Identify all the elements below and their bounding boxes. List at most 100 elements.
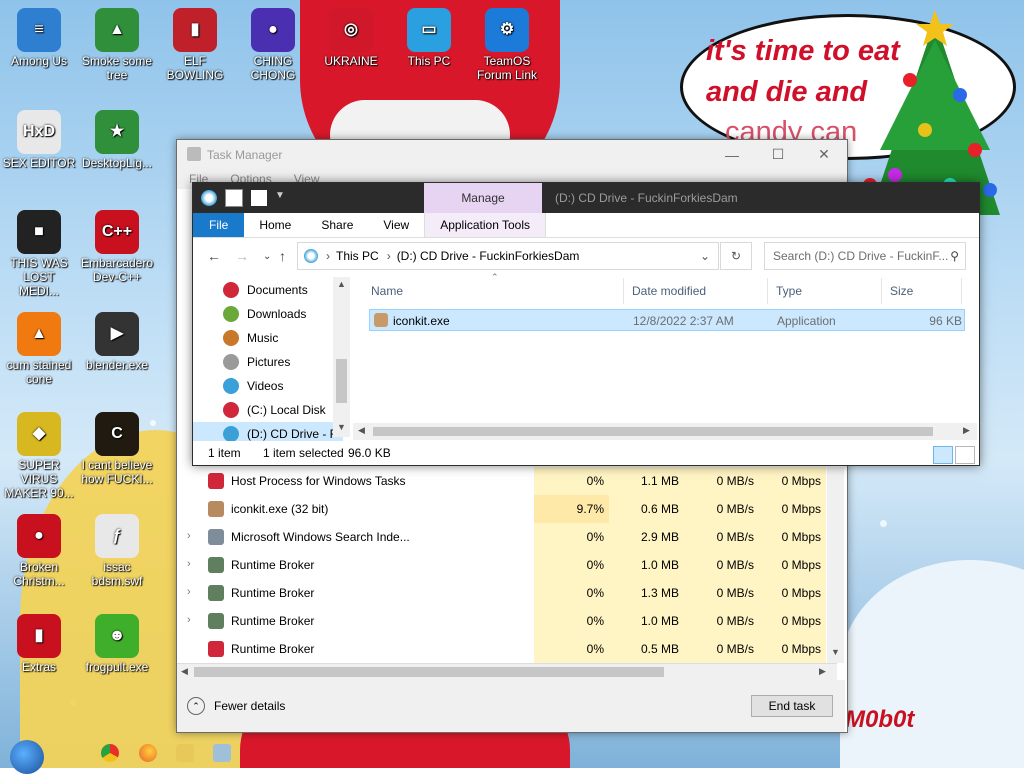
file-list-horizontal-scrollbar[interactable]: ◀ ▶	[353, 423, 977, 440]
chevron-right-icon[interactable]: ›	[187, 558, 191, 570]
process-row[interactable]: Host Process for Windows Tasks 0% 1.1 MB 0 …	[177, 467, 837, 495]
task-manager-titlebar[interactable]: Task Manager — ☐ ✕	[177, 140, 847, 169]
breadcrumb-cd-drive[interactable]: (D:) CD Drive - FuckinForkiesDam	[397, 249, 580, 263]
process-row[interactable]: iconkit.exe (32 bit) 9.7% 0.6 MB 0 MB/s 0 Mb…	[177, 495, 837, 523]
scroll-down-icon[interactable]: ▼	[337, 422, 346, 432]
file-row[interactable]: iconkit.exe 12/8/2022 2:37 AM Applicatio…	[369, 309, 965, 331]
tab-home[interactable]: Home	[244, 213, 306, 237]
chevron-down-icon[interactable]: ⌄	[700, 249, 710, 263]
scroll-left-icon[interactable]: ◀	[358, 425, 365, 436]
horizontal-scroll-thumb[interactable]	[373, 427, 933, 436]
new-folder-icon[interactable]	[251, 190, 267, 206]
process-disk: 0 MB/s	[684, 495, 759, 523]
firefox-icon[interactable]	[139, 744, 157, 762]
up-arrow-icon[interactable]: ↑	[279, 248, 286, 264]
nav-item[interactable]: Pictures	[223, 350, 290, 374]
forward-arrow-icon[interactable]: →	[235, 248, 249, 264]
properties-icon[interactable]	[225, 189, 243, 207]
navigation-pane-scrollbar[interactable]: ▲ ▼	[333, 277, 350, 437]
process-row[interactable]: › Runtime Broker 0% 1.3 MB 0 MB/s 0 Mbps	[177, 579, 837, 607]
desktop-icon-label: Smoke some tree	[81, 54, 153, 82]
desktop-icon[interactable]: ● CHING CHONG	[236, 8, 310, 82]
tab-share[interactable]: Share	[306, 213, 368, 237]
fewer-details-button[interactable]: ⌃ Fewer details	[187, 697, 285, 715]
chevron-right-icon[interactable]: ›	[187, 530, 191, 542]
desktop-icon[interactable]: ◎ UKRAINE	[314, 8, 388, 68]
desktop-icon[interactable]: ▮ ELF BOWLING	[158, 8, 232, 82]
end-task-button[interactable]: End task	[751, 695, 833, 717]
process-row[interactable]: › Microsoft Windows Search Inde... 0% 2.9 M…	[177, 523, 837, 551]
file-explorer-icon[interactable]	[176, 744, 194, 762]
navigation-scroll-thumb[interactable]	[336, 359, 347, 403]
desktop-icon[interactable]: ≡ Among Us	[2, 8, 76, 68]
column-header-size[interactable]: Size	[882, 278, 962, 304]
desktop-icon[interactable]: ▭ This PC	[392, 8, 466, 68]
desktop-icon[interactable]: ƒ issac bdsm.swf	[80, 514, 154, 588]
desktop-icon[interactable]: ● Broken Christm...	[2, 514, 76, 588]
file-explorer-window[interactable]: ▼ Manage (D:) CD Drive - FuckinForkiesDa…	[192, 182, 980, 466]
folder-icon	[223, 426, 239, 441]
desktop-shortcut-icon: C++	[95, 210, 139, 254]
chevron-right-icon[interactable]: ›	[187, 614, 191, 626]
search-icon: ⚲	[950, 249, 959, 263]
column-header-date-modified[interactable]: Date modified	[624, 278, 768, 304]
column-header-name[interactable]: Name	[363, 278, 624, 304]
desktop-icon[interactable]: C++ Embarcadero Dev-C++	[80, 210, 154, 284]
process-row[interactable]: › Runtime Broker 0% 1.0 MB 0 MB/s 0 Mbps	[177, 607, 837, 635]
process-memory: 0.5 MB	[609, 635, 684, 663]
column-header-type[interactable]: Type	[768, 278, 882, 304]
nav-item[interactable]: (D:) CD Drive - F	[193, 422, 343, 441]
desktop-icon[interactable]: ⚙ TeamOS Forum Link	[470, 8, 544, 82]
nav-item[interactable]: Videos	[223, 374, 283, 398]
process-disk: 0 MB/s	[684, 579, 759, 607]
large-icons-view-icon[interactable]	[955, 446, 975, 464]
process-list-vertical-scrollbar[interactable]: ▼	[827, 467, 844, 663]
tab-application-tools[interactable]: Application Tools	[424, 213, 547, 237]
search-input[interactable]: Search (D:) CD Drive - FuckinF... ⚲	[764, 242, 966, 270]
scroll-right-icon[interactable]: ▶	[963, 425, 970, 436]
desktop-icon[interactable]: CI cant believe how FUCKI...	[80, 412, 154, 486]
desktop-icon[interactable]: HxD SEX EDITOR	[2, 110, 76, 170]
close-button[interactable]: ✕	[801, 140, 847, 169]
file-size: 96 KB	[929, 314, 962, 328]
process-icon	[208, 613, 224, 629]
scroll-left-icon[interactable]: ◀	[181, 666, 188, 677]
scroll-right-icon[interactable]: ▶	[819, 666, 826, 677]
chevron-right-icon[interactable]: ›	[187, 586, 191, 598]
chrome-icon[interactable]	[101, 744, 119, 762]
tab-file[interactable]: File	[193, 213, 245, 237]
tab-view[interactable]: View	[368, 213, 424, 237]
desktop-icon[interactable]: ■ THIS WAS LOST MEDI...	[2, 210, 76, 298]
horizontal-scroll-thumb[interactable]	[194, 667, 664, 677]
recent-locations-icon[interactable]: ⌄	[263, 251, 271, 262]
address-bar[interactable]: › This PC › (D:) CD Drive - FuckinForkie…	[297, 242, 719, 270]
refresh-button[interactable]: ↻	[720, 242, 752, 270]
process-disk: 0 MB/s	[684, 467, 759, 495]
nav-item[interactable]: Downloads	[223, 302, 306, 326]
nav-item[interactable]: Documents	[223, 278, 308, 302]
tab-manage[interactable]: Manage	[424, 183, 542, 213]
nav-item[interactable]: Music	[223, 326, 278, 350]
process-row[interactable]: › Runtime Broker 0% 1.0 MB 0 MB/s 0 Mbps	[177, 551, 837, 579]
details-view-icon[interactable]	[933, 446, 953, 464]
desktop-icon[interactable]: ▲ cum stained cone	[2, 312, 76, 386]
scroll-up-icon[interactable]: ▲	[337, 279, 346, 289]
desktop-icon[interactable]: ▶ blender.exe	[80, 312, 154, 372]
customize-toolbar-icon[interactable]: ▼	[275, 190, 285, 206]
minimize-button[interactable]: —	[709, 140, 755, 169]
back-arrow-icon[interactable]: ←	[207, 248, 221, 264]
process-row[interactable]: Runtime Broker 0% 0.5 MB 0 MB/s 0 Mbps	[177, 635, 837, 663]
desktop-icon[interactable]: ★ DesktopLig...	[80, 110, 154, 170]
scroll-down-icon[interactable]: ▼	[831, 647, 840, 657]
desktop-icon[interactable]: ▲ Smoke some tree	[80, 8, 154, 82]
explorer-titlebar[interactable]: ▼ Manage (D:) CD Drive - FuckinForkiesDa…	[193, 183, 979, 213]
desktop-icon[interactable]: ▮ Extras	[2, 614, 76, 674]
task-manager-icon[interactable]	[213, 744, 231, 762]
nav-item[interactable]: (C:) Local Disk	[223, 398, 326, 422]
breadcrumb-this-pc[interactable]: This PC	[336, 249, 379, 263]
process-list-horizontal-scrollbar[interactable]: ◀ ▶	[177, 663, 837, 681]
desktop-icon[interactable]: ◆ SUPER VIRUS MAKER 90...	[2, 412, 76, 500]
desktop-icon[interactable]: ☻ frogpult.exe	[80, 614, 154, 674]
start-button[interactable]	[10, 740, 44, 774]
maximize-button[interactable]: ☐	[755, 140, 801, 169]
